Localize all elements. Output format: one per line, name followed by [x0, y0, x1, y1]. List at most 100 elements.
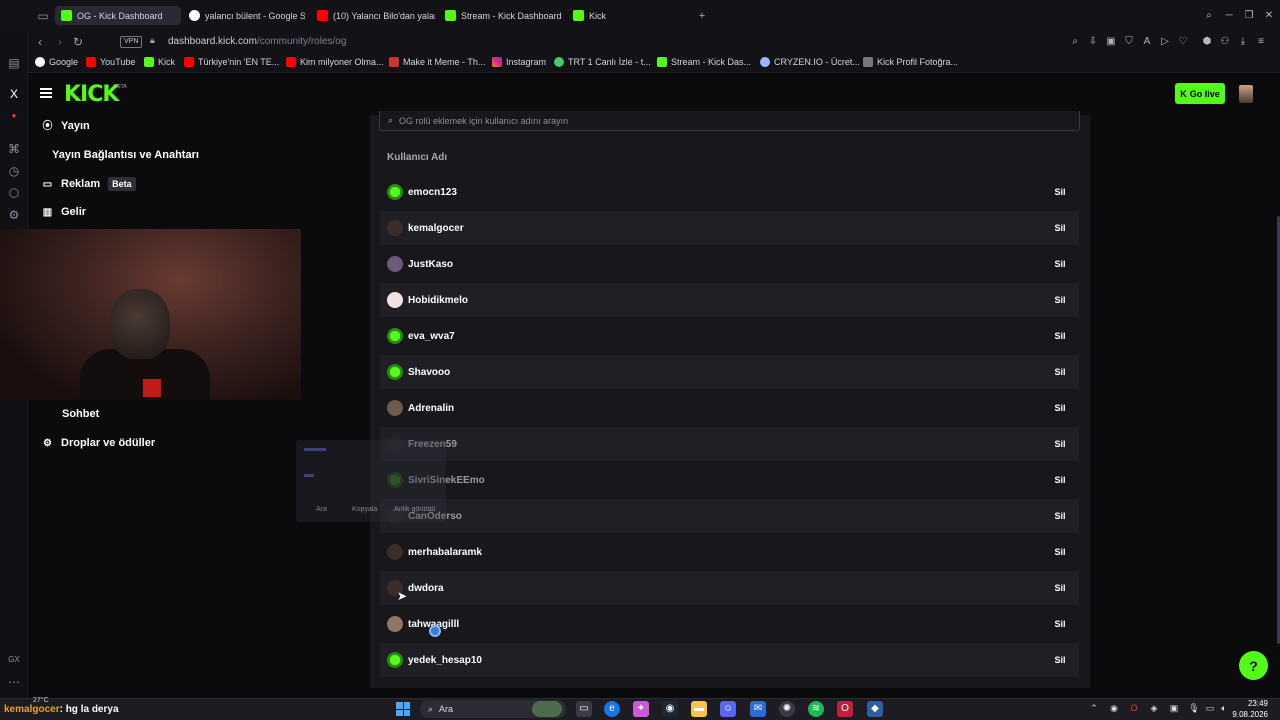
edge-icon[interactable]: e: [604, 701, 620, 717]
cube-icon[interactable]: ⬡: [6, 185, 22, 201]
bookmark-turkiye[interactable]: Türkiye'nin 'EN TE...: [184, 57, 279, 67]
bookmark-make-it-meme[interactable]: Make it Meme - Th...: [389, 57, 485, 67]
delete-button[interactable]: Sil: [1051, 187, 1069, 197]
help-chat-icon[interactable]: ?: [1239, 651, 1268, 680]
microphone-icon[interactable]: 🎙︎: [1188, 702, 1200, 714]
maximize-icon[interactable]: ❐: [1242, 8, 1256, 24]
more-icon[interactable]: ⋯: [6, 674, 22, 690]
snapshot-icon[interactable]: ▣: [1104, 34, 1118, 50]
tab-stream-dashboard[interactable]: Stream - Kick Dashboard: [439, 6, 563, 25]
volume-icon[interactable]: 🔈︎: [1218, 702, 1230, 714]
copilot-icon[interactable]: ✦: [633, 701, 649, 717]
delete-button[interactable]: Sil: [1051, 439, 1069, 449]
delete-button[interactable]: Sil: [1051, 259, 1069, 269]
sidebar-item-reklam[interactable]: ▭ Reklam Beta: [42, 177, 136, 191]
opera-gx-icon[interactable]: O: [837, 701, 853, 717]
profile-icon[interactable]: ⚇: [1218, 34, 1232, 50]
delete-button[interactable]: Sil: [1051, 475, 1069, 485]
delete-button[interactable]: Sil: [1051, 655, 1069, 665]
forward-icon[interactable]: ›: [52, 34, 68, 50]
zoom-icon[interactable]: ⌕: [1068, 34, 1082, 50]
tab-google-search[interactable]: yalancı bülent - Google Se: [183, 6, 305, 25]
reload-icon[interactable]: ↻: [70, 34, 86, 50]
kick-logo[interactable]: KICK: [64, 82, 119, 107]
sidebar-item-stream-key[interactable]: Yayın Bağlantısı ve Anahtarı: [52, 149, 199, 161]
popup-snapshot[interactable]: Anlık görüntü: [394, 506, 435, 513]
pin-icon[interactable]: ⌘: [6, 141, 22, 157]
x-twitter-icon[interactable]: X: [6, 86, 22, 102]
workspace-icon[interactable]: ▤: [6, 55, 22, 71]
delete-button[interactable]: Sil: [1051, 403, 1069, 413]
windows-start-icon[interactable]: [396, 702, 410, 716]
extensions-icon[interactable]: ⬢: [1200, 34, 1214, 50]
sidebar-item-yayin[interactable]: ⦿ Yayın: [42, 120, 90, 132]
sidebar-item-gelir[interactable]: ▥ Gelir: [42, 206, 86, 218]
shield-icon[interactable]: ⛉: [1122, 34, 1136, 50]
lock-icon[interactable]: 🔒︎: [150, 35, 155, 46]
network-icon[interactable]: ▭: [1204, 702, 1216, 714]
tray-app-icon[interactable]: ◈: [1148, 702, 1160, 714]
minimize-icon[interactable]: ─: [1222, 8, 1236, 24]
download-page-icon[interactable]: ⇩: [1086, 34, 1100, 50]
tab-kick[interactable]: Kick: [567, 6, 691, 25]
search-icon: ⌕: [388, 115, 394, 125]
youtube-music-icon[interactable]: ●: [6, 108, 22, 124]
spotify-icon[interactable]: ≋: [808, 701, 824, 717]
delete-button[interactable]: Sil: [1051, 511, 1069, 521]
settings-icon[interactable]: ⚙: [6, 207, 22, 223]
delete-button[interactable]: Sil: [1051, 547, 1069, 557]
close-icon[interactable]: ✕: [1262, 8, 1276, 24]
tray-steam-icon[interactable]: ◉: [1108, 702, 1120, 714]
app-icon[interactable]: ◆: [867, 701, 883, 717]
bookmark-youtube[interactable]: YouTube: [86, 57, 135, 67]
bookmark-instagram[interactable]: Instagram: [492, 57, 546, 67]
delete-button[interactable]: Sil: [1051, 367, 1069, 377]
vpn-badge[interactable]: VPN: [120, 36, 143, 48]
play-icon[interactable]: ▷: [1158, 34, 1172, 50]
tab-og-dashboard[interactable]: OG - Kick Dashboard: [55, 6, 181, 25]
delete-button[interactable]: Sil: [1051, 583, 1069, 593]
new-tab-button[interactable]: +: [694, 6, 710, 25]
tray-expand-icon[interactable]: ⌃: [1088, 702, 1100, 714]
mail-icon[interactable]: ✉: [750, 701, 766, 717]
bookmark-kick[interactable]: Kick: [144, 57, 175, 67]
taskbar-clock[interactable]: 23:49 9.08.2026: [1232, 698, 1268, 720]
file-explorer-icon[interactable]: ▬: [691, 701, 707, 717]
bookmark-google[interactable]: Google: [35, 57, 78, 67]
bookmark-kim-milyoner[interactable]: Kim milyoner Olma...: [286, 57, 384, 67]
gx-icon[interactable]: GX: [6, 652, 22, 668]
widget-icon[interactable]: [532, 701, 562, 717]
user-avatar[interactable]: [1239, 85, 1253, 103]
bookmark-stream-kick[interactable]: Stream - Kick Das...: [657, 57, 751, 67]
bookmark-cryzen[interactable]: CRYZEN.IO - Ücret...: [760, 57, 860, 67]
delete-button[interactable]: Sil: [1051, 223, 1069, 233]
sidebar-item-droplar[interactable]: ⚙ Droplar ve ödüller: [42, 437, 155, 449]
heart-icon[interactable]: ♡: [1176, 34, 1190, 50]
go-live-button[interactable]: K Go live: [1175, 83, 1225, 104]
translate-icon[interactable]: A: [1140, 34, 1154, 50]
task-view-icon[interactable]: ▭: [576, 701, 592, 717]
tray-opera-icon[interactable]: O: [1128, 702, 1140, 714]
chatgpt-icon[interactable]: ✺: [779, 701, 795, 717]
popup-kopyala[interactable]: Kopyala: [352, 506, 377, 513]
bookmark-kick-profil[interactable]: Kick Profil Fotoğra...: [863, 57, 958, 67]
url-field[interactable]: dashboard.kick.com/community/roles/og: [168, 36, 346, 47]
downloads-icon[interactable]: ⤓: [1236, 34, 1250, 50]
sidebar-item-sohbet[interactable]: Sohbet: [62, 408, 99, 420]
delete-button[interactable]: Sil: [1051, 619, 1069, 629]
search-tabs-icon[interactable]: ⌕: [1202, 8, 1216, 24]
history-icon[interactable]: ◷: [6, 163, 22, 179]
tab-youtube[interactable]: (10) Yalancı Bilo'dan yalan: [311, 6, 435, 25]
back-icon[interactable]: ‹: [32, 34, 48, 50]
bookmark-trt1[interactable]: TRT 1 Canlı İzle - t...: [554, 57, 651, 67]
tab-menu-icon[interactable]: ▭: [35, 8, 51, 24]
discord-icon[interactable]: ☺: [720, 701, 736, 717]
steam-icon[interactable]: ◉: [662, 701, 678, 717]
delete-button[interactable]: Sil: [1051, 295, 1069, 305]
user-search-input[interactable]: ⌕ OG rolü eklemek için kullanıcı adını a…: [379, 111, 1080, 131]
popup-ara[interactable]: Ara: [316, 506, 327, 513]
hamburger-menu-icon[interactable]: [40, 88, 52, 98]
tray-camera-icon[interactable]: ▣: [1168, 702, 1180, 714]
menu-icon[interactable]: ≡: [1254, 34, 1268, 50]
delete-button[interactable]: Sil: [1051, 331, 1069, 341]
